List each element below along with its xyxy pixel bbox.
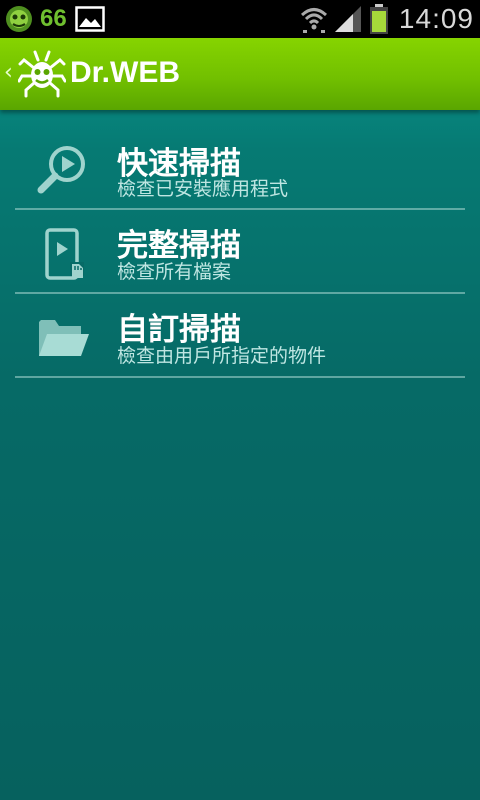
- folder-open-icon: [39, 320, 89, 356]
- scan-menu: 快速掃描 檢查已安裝應用程式 完整掃描 檢查所有檔案 自訂掃描 檢查由用戶所指定…: [15, 112, 465, 378]
- status-bar-left: 66: [4, 4, 105, 34]
- phone-sdcard-icon: [45, 228, 84, 280]
- battery-icon: [369, 4, 388, 34]
- app-title: Dr.WEB: [70, 56, 181, 89]
- signal-icon: [334, 6, 361, 32]
- drweb-spider-icon: [6, 6, 32, 32]
- status-bar: 66 14:09: [0, 0, 480, 38]
- menu-item-quick-scan[interactable]: 快速掃描 檢查已安裝應用程式: [15, 112, 465, 210]
- menu-item-custom-scan[interactable]: 自訂掃描 檢查由用戶所指定的物件: [15, 294, 465, 378]
- drweb-spider-logo[interactable]: [18, 48, 66, 98]
- notification-count: 66: [40, 5, 67, 32]
- clock: 14:09: [398, 3, 474, 34]
- magnifier-play-icon: [37, 146, 85, 194]
- status-bar-right: 14:09: [299, 0, 474, 38]
- menu-item-subtitle: 檢查已安裝應用程式: [117, 178, 289, 200]
- back-chevron-icon[interactable]: ‹: [4, 60, 13, 85]
- menu-item-subtitle: 檢查所有檔案: [117, 261, 232, 283]
- gallery-icon: [74, 6, 105, 32]
- menu-item-full-scan[interactable]: 完整掃描 檢查所有檔案: [15, 210, 465, 294]
- wifi-icon: [300, 8, 327, 33]
- menu-item-subtitle: 檢查由用戶所指定的物件: [117, 345, 327, 367]
- action-bar: ‹ Dr.WEB: [0, 38, 480, 110]
